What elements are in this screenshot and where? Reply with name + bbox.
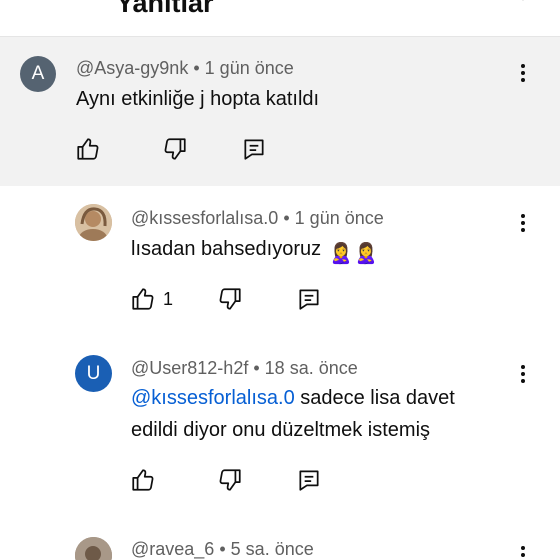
like-icon[interactable] (75, 136, 101, 162)
comment-meta: @kıssesforlalısa.0 • 1 gün önce (131, 208, 384, 229)
emoji: 🙎‍♀️🙎‍♀️ (328, 243, 379, 265)
author-name[interactable]: @kıssesforlalısa.0 (131, 208, 278, 228)
comment-item: @kıssesforlalısa.0 • 1 gün önce lısadan … (0, 186, 560, 336)
avatar-photo-icon (75, 537, 112, 560)
back-arrow-icon[interactable] (24, 0, 50, 12)
comment-text-line2: edildi diyor onu düzeltmek istemiş (131, 419, 431, 441)
author-name[interactable]: @User812-h2f (131, 358, 248, 378)
meta-separator: • (253, 358, 260, 378)
more-options-icon[interactable] (519, 363, 527, 385)
comment-text-content: lısadan bahsedıyoruz (131, 238, 322, 260)
reply-icon[interactable] (241, 136, 267, 162)
comment-item: @ravea_6 • 5 sa. önce (0, 528, 560, 560)
comment-item: A @Asya-gy9nk • 1 gün önce Aynı etkinliğ… (0, 37, 560, 186)
avatar-photo-icon (75, 204, 112, 241)
avatar-letter: A (31, 63, 45, 84)
comment-time: 1 gün önce (294, 208, 384, 228)
dislike-icon[interactable] (217, 467, 243, 493)
reply-icon[interactable] (296, 467, 322, 493)
avatar[interactable]: A (20, 56, 56, 92)
comment-meta: @User812-h2f • 18 sa. önce (131, 358, 358, 379)
more-options-icon[interactable] (519, 212, 527, 234)
comment-text: Aynı etkinliğe j hopta katıldı (76, 88, 320, 110)
comment-time: 18 sa. önce (264, 358, 358, 378)
avatar-letter: U (86, 362, 101, 384)
comment-meta: @ravea_6 • 5 sa. önce (131, 539, 314, 560)
dislike-icon[interactable] (162, 136, 188, 162)
replies-header: Yanıtlar (0, 0, 560, 37)
dislike-icon[interactable] (217, 286, 243, 312)
like-count: 1 (163, 289, 174, 309)
meta-separator: • (193, 58, 200, 78)
more-options-icon[interactable] (519, 62, 527, 84)
comment-text-content: sadece lisa davet (294, 387, 455, 409)
avatar[interactable]: U (75, 355, 112, 392)
mention-link[interactable]: @kıssesforlalısa.0 (131, 387, 295, 409)
avatar[interactable] (75, 537, 112, 560)
close-icon[interactable] (510, 0, 536, 12)
author-name[interactable]: @Asya-gy9nk (76, 58, 188, 78)
page-title: Yanıtlar (116, 0, 214, 18)
like-icon[interactable] (130, 467, 156, 493)
reply-icon[interactable] (296, 286, 322, 312)
meta-separator: • (219, 539, 226, 559)
author-name[interactable]: @ravea_6 (131, 539, 214, 559)
comment-item: U @User812-h2f • 18 sa. önce @kıssesforl… (0, 336, 560, 528)
comment-time: 1 gün önce (204, 58, 294, 78)
comment-meta: @Asya-gy9nk • 1 gün önce (76, 58, 294, 79)
like-icon[interactable] (130, 286, 156, 312)
comment-text: lısadan bahsedıyoruz 🙎‍♀️🙎‍♀️ (131, 233, 379, 270)
comment-time: 5 sa. önce (230, 539, 314, 559)
avatar[interactable] (75, 204, 112, 241)
comment-text: @kıssesforlalısa.0 sadece lisa davet edi… (131, 382, 455, 446)
more-options-icon[interactable] (519, 544, 527, 560)
meta-separator: • (283, 208, 290, 228)
